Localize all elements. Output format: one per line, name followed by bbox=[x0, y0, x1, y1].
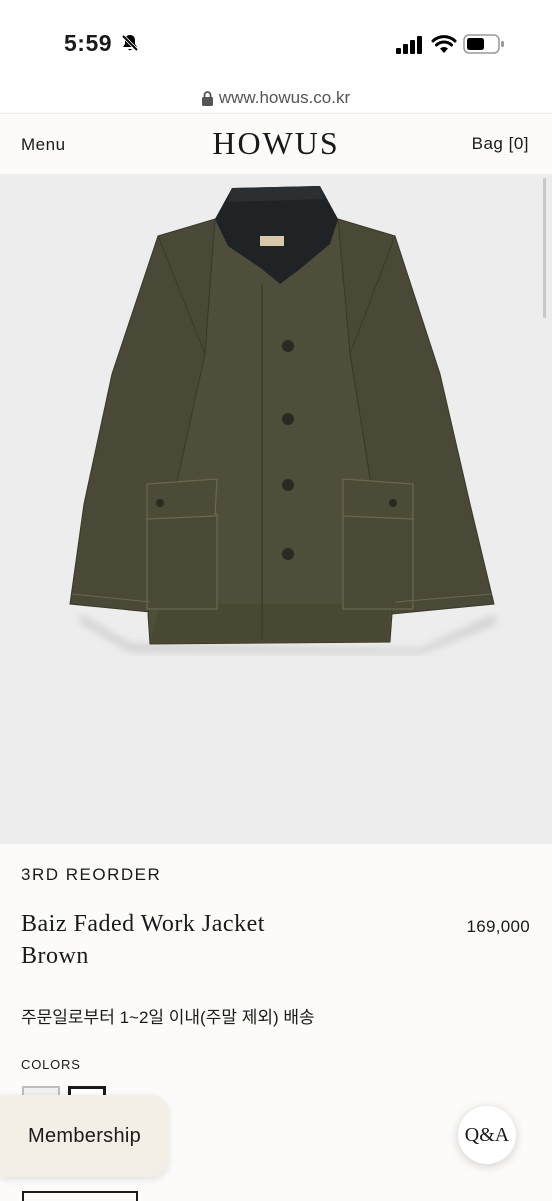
wifi-icon bbox=[431, 35, 457, 53]
product-image[interactable] bbox=[0, 174, 552, 844]
qa-button[interactable]: Q&A bbox=[458, 1106, 516, 1164]
bell-muted-icon bbox=[121, 34, 139, 52]
url-bar[interactable]: www.howus.co.kr bbox=[0, 84, 552, 112]
site-logo[interactable]: HOWUS bbox=[0, 125, 552, 162]
delivery-info: 주문일로부터 1~2일 이내(주말 제외) 배송 bbox=[21, 1008, 315, 1027]
membership-label: Membership bbox=[28, 1124, 142, 1147]
bag-button[interactable]: Bag [0] bbox=[472, 134, 529, 154]
scrollbar-thumb[interactable] bbox=[543, 178, 546, 318]
site-header: Menu HOWUS Bag [0] bbox=[0, 113, 552, 174]
qa-label: Q&A bbox=[464, 1123, 510, 1146]
product-name: Baiz Faded Work Jacket Brown bbox=[21, 908, 341, 972]
url-text: www.howus.co.kr bbox=[218, 88, 351, 107]
status-bar: 5:59 bbox=[0, 0, 552, 88]
lock-icon bbox=[201, 90, 213, 106]
battery-icon bbox=[463, 34, 504, 54]
membership-button[interactable]: Membership bbox=[0, 1095, 168, 1177]
cellular-signal-icon bbox=[396, 36, 422, 54]
reorder-label: 3RD REORDER bbox=[21, 865, 162, 884]
product-price: 169,000 bbox=[466, 917, 530, 936]
colors-label: COLORS bbox=[21, 1057, 81, 1072]
jacket-image bbox=[69, 186, 495, 654]
status-time: 5:59 bbox=[64, 30, 113, 56]
product-name-line1: Baiz Faded Work Jacket bbox=[21, 911, 265, 937]
product-name-line2: Brown bbox=[21, 943, 89, 969]
